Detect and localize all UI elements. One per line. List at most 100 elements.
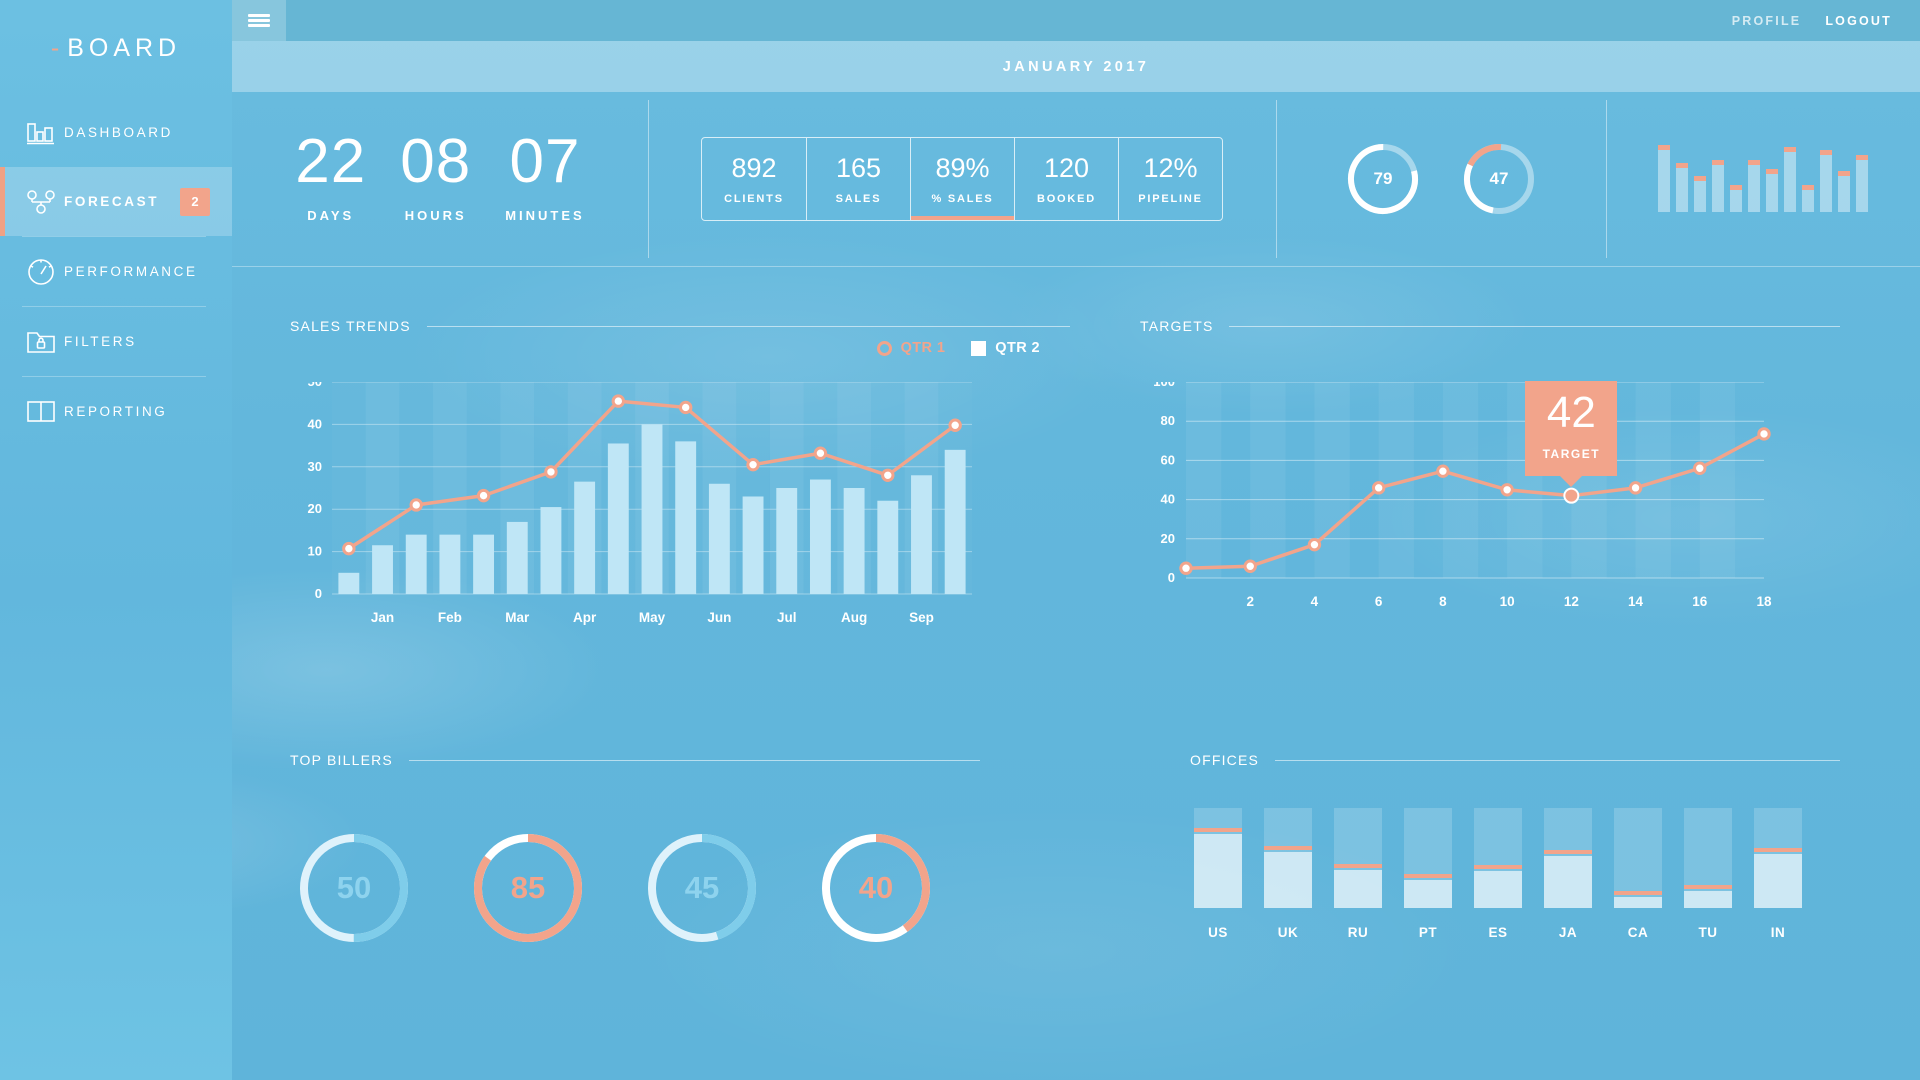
sidebar-item-dashboard[interactable]: DASHBOARD [0, 98, 232, 167]
targets-point[interactable] [1693, 461, 1707, 475]
sales-line-point[interactable] [813, 446, 828, 460]
targets-point[interactable] [1179, 561, 1193, 575]
sales-bar[interactable] [372, 545, 393, 594]
y-axis-tick: 40 [308, 416, 322, 431]
office-column[interactable]: UK [1264, 808, 1312, 940]
minibar [1766, 169, 1778, 212]
header-gauge-1-value: 79 [1373, 169, 1393, 188]
top-billers-title: TOP BILLERS [290, 752, 393, 768]
sales-bar[interactable] [911, 475, 932, 594]
dashboard-root: - BOARD DASHBOARD FORECAST 2 PERFORMANCE FIL… [0, 0, 1920, 1080]
office-column[interactable]: IN [1754, 808, 1802, 940]
sales-line-point[interactable] [476, 488, 491, 503]
square-marker-icon [971, 340, 987, 356]
targets-point[interactable] [1628, 481, 1643, 495]
stat-value: 892 [731, 153, 777, 184]
sales-bar[interactable] [574, 481, 596, 594]
stat-pipeline[interactable]: 12% PIPELINE [1118, 138, 1222, 220]
minibar [1730, 185, 1742, 212]
countdown-value: 07 [509, 127, 581, 196]
biller-donut[interactable]: 85 [470, 830, 586, 946]
sales-line-point[interactable] [746, 457, 760, 472]
logout-link[interactable]: LOGOUT [1825, 14, 1892, 28]
sales-bar[interactable] [944, 449, 966, 594]
sales-line-point[interactable] [409, 498, 423, 512]
x-axis-tick: Apr [573, 610, 597, 625]
biller-donut[interactable]: 40 [818, 830, 934, 946]
sales-bar[interactable] [809, 479, 831, 594]
office-fill [1194, 834, 1242, 908]
targets-point[interactable] [1436, 464, 1450, 478]
offices-panel: OFFICES US UK RU PT ES JA CA TU IN [1190, 752, 1840, 940]
x-axis-tick: 4 [1311, 594, 1319, 609]
sales-bar[interactable] [742, 496, 764, 594]
sales-line-point[interactable] [611, 394, 626, 408]
targets-point[interactable] [1307, 537, 1322, 552]
office-column[interactable]: US [1194, 808, 1242, 940]
sales-bar[interactable] [843, 488, 865, 594]
legend-item-qtr2[interactable]: QTR 2 [971, 340, 1040, 356]
sales-bar[interactable] [405, 534, 427, 594]
sidebar-badge: 2 [180, 187, 210, 216]
sales-line-point[interactable] [881, 468, 895, 482]
targets-point-selected[interactable] [1563, 487, 1580, 504]
sales-trends-chart[interactable]: 0 10 20 30 40 50 Jan Feb Mar Apr May Jun Jul Aug Sep [290, 374, 1070, 640]
targets-point[interactable] [1757, 427, 1771, 441]
office-column[interactable]: ES [1474, 808, 1522, 940]
stat-sales[interactable]: 165 SALES [806, 138, 910, 220]
sales-line-point[interactable] [678, 400, 693, 415]
office-column[interactable]: TU [1684, 808, 1732, 940]
sales-line-point[interactable] [342, 541, 356, 556]
brand-logo: - BOARD [0, 0, 232, 96]
sidebar-item-filters[interactable]: FILTERS [0, 307, 232, 376]
sales-bar[interactable] [506, 521, 528, 594]
stat-booked[interactable]: 120 BOOKED [1014, 138, 1118, 220]
bar-chart-icon [18, 119, 64, 147]
x-axis-tick: 14 [1628, 594, 1644, 609]
sales-bar[interactable] [607, 443, 629, 594]
tooltip-value: 42 [1546, 387, 1596, 437]
stat-clients[interactable]: 892 CLIENTS [702, 138, 806, 219]
hamburger-icon[interactable] [232, 0, 286, 41]
office-fill [1264, 852, 1312, 908]
sidebar-item-forecast[interactable]: FORECAST 2 [0, 167, 232, 236]
profile-link[interactable]: PROFILE [1732, 14, 1802, 28]
biller-donut[interactable]: 50 [296, 830, 412, 946]
office-column[interactable]: CA [1614, 808, 1662, 940]
sales-bar[interactable] [708, 483, 730, 594]
sales-bar[interactable] [675, 441, 697, 594]
top-billers-header: TOP BILLERS [290, 752, 980, 768]
sales-trends-svg: 0 10 20 30 40 50 Jan Feb Mar Apr May Jun Jul Aug Sep [308, 374, 972, 625]
sales-bar[interactable] [439, 534, 461, 594]
sales-bar[interactable] [877, 500, 899, 594]
sidebar-item-reporting[interactable]: REPORTING [0, 377, 232, 446]
targets-chart[interactable]: 0 20 40 60 80 100 2 4 6 8 10 12 14 16 18 42 TARGET [1140, 370, 1840, 624]
targets-point[interactable] [1500, 483, 1514, 497]
sidebar-item-performance[interactable]: PERFORMANCE [0, 237, 232, 306]
sales-bar[interactable] [776, 488, 798, 594]
sales-bar[interactable] [338, 572, 360, 594]
x-axis-tick: 10 [1500, 594, 1515, 609]
ring-marker-icon [876, 340, 892, 356]
office-column[interactable]: RU [1334, 808, 1382, 940]
stat-sales[interactable]: 89% % SALES [910, 138, 1014, 220]
stat-label: CLIENTS [724, 192, 784, 205]
targets-point[interactable] [1243, 559, 1257, 573]
sales-bar[interactable] [540, 507, 562, 594]
office-label: RU [1347, 925, 1369, 940]
minibar-cap [1658, 145, 1670, 150]
office-column[interactable]: JA [1544, 808, 1592, 940]
minibar-cap [1784, 147, 1796, 152]
legend-item-qtr1[interactable]: QTR 1 [876, 340, 946, 356]
sales-line-point[interactable] [544, 465, 558, 479]
targets-point[interactable] [1371, 481, 1386, 495]
office-column[interactable]: PT [1404, 808, 1452, 940]
biller-donut[interactable]: 45 [644, 830, 760, 946]
minibar-cap [1802, 185, 1814, 190]
x-axis-tick: Mar [505, 610, 530, 625]
countdown-label: MINUTES [505, 208, 585, 223]
sales-line-point[interactable] [948, 418, 962, 432]
sales-bar[interactable] [473, 534, 495, 594]
top-bar: PROFILE LOGOUT [232, 0, 1920, 41]
sales-bar[interactable] [641, 424, 663, 594]
